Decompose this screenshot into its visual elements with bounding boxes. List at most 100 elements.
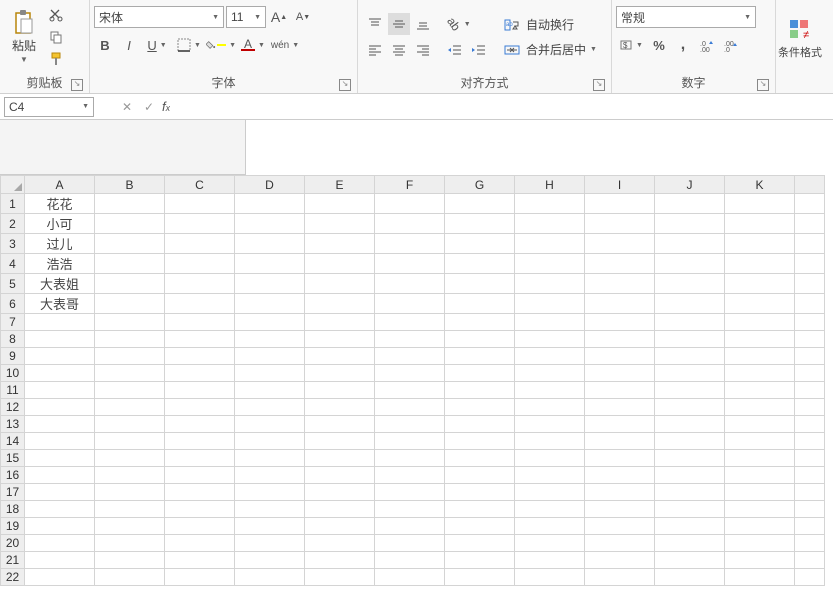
cell[interactable]: [585, 234, 655, 254]
merge-center-button[interactable]: 合并后居中 ▼: [500, 40, 601, 59]
cell[interactable]: [165, 501, 235, 518]
cell[interactable]: [725, 331, 795, 348]
row-header[interactable]: 20: [1, 535, 25, 552]
cell[interactable]: [515, 254, 585, 274]
cell[interactable]: [655, 348, 725, 365]
cell[interactable]: [585, 535, 655, 552]
cell[interactable]: [375, 450, 445, 467]
cell[interactable]: [235, 294, 305, 314]
cell[interactable]: [725, 416, 795, 433]
number-format-selector[interactable]: 常规▼: [616, 6, 756, 28]
cell[interactable]: [25, 382, 95, 399]
paste-button[interactable]: 粘贴 ▼: [4, 4, 44, 70]
cell[interactable]: [95, 234, 165, 254]
cell[interactable]: [165, 484, 235, 501]
cell[interactable]: [515, 399, 585, 416]
cell[interactable]: [95, 331, 165, 348]
cell[interactable]: [585, 331, 655, 348]
row-header[interactable]: 21: [1, 552, 25, 569]
cell[interactable]: [725, 518, 795, 535]
cell[interactable]: [585, 294, 655, 314]
cell[interactable]: [725, 234, 795, 254]
cell[interactable]: [725, 382, 795, 399]
cell[interactable]: [235, 552, 305, 569]
row-header[interactable]: 16: [1, 467, 25, 484]
cell[interactable]: [515, 535, 585, 552]
cell[interactable]: [25, 331, 95, 348]
cell[interactable]: [725, 484, 795, 501]
row-header[interactable]: 19: [1, 518, 25, 535]
font-size-selector[interactable]: 11▼: [226, 6, 266, 28]
cell[interactable]: 浩浩: [25, 254, 95, 274]
cell[interactable]: [515, 294, 585, 314]
cell[interactable]: [235, 484, 305, 501]
cell[interactable]: [515, 416, 585, 433]
cell[interactable]: [515, 518, 585, 535]
row-header[interactable]: 5: [1, 274, 25, 294]
cell[interactable]: [95, 294, 165, 314]
cell[interactable]: [585, 433, 655, 450]
accounting-format-button[interactable]: $▼: [616, 34, 646, 56]
cell[interactable]: [375, 214, 445, 234]
cell[interactable]: [235, 467, 305, 484]
cell[interactable]: [585, 450, 655, 467]
align-middle-button[interactable]: [388, 13, 410, 35]
cell[interactable]: [165, 416, 235, 433]
cell[interactable]: [725, 569, 795, 586]
cell[interactable]: [585, 399, 655, 416]
cell[interactable]: [305, 254, 375, 274]
cell[interactable]: [725, 274, 795, 294]
cell[interactable]: [95, 382, 165, 399]
cell[interactable]: [95, 314, 165, 331]
cell[interactable]: [375, 194, 445, 214]
cell[interactable]: [375, 314, 445, 331]
cell[interactable]: [375, 501, 445, 518]
orientation-button[interactable]: ab▼: [444, 13, 474, 35]
cell[interactable]: [165, 552, 235, 569]
cell[interactable]: [725, 294, 795, 314]
cell[interactable]: [585, 467, 655, 484]
cell[interactable]: [305, 518, 375, 535]
cell[interactable]: [165, 348, 235, 365]
decrease-decimal-button[interactable]: .00.0: [720, 34, 742, 56]
enter-formula-button[interactable]: ✓: [138, 96, 160, 118]
cell[interactable]: [655, 552, 725, 569]
column-header[interactable]: K: [725, 176, 795, 194]
cell[interactable]: [655, 399, 725, 416]
cell[interactable]: [445, 331, 515, 348]
cell[interactable]: [95, 416, 165, 433]
cell[interactable]: [95, 433, 165, 450]
comma-button[interactable]: ,: [672, 34, 694, 56]
cut-button[interactable]: [46, 6, 66, 24]
cell[interactable]: [165, 214, 235, 234]
cell[interactable]: [235, 433, 305, 450]
cell[interactable]: [515, 314, 585, 331]
cell[interactable]: [305, 274, 375, 294]
cell[interactable]: [585, 254, 655, 274]
row-header[interactable]: 12: [1, 399, 25, 416]
cell[interactable]: [515, 484, 585, 501]
cell[interactable]: [235, 348, 305, 365]
cell[interactable]: [375, 365, 445, 382]
row-header[interactable]: 2: [1, 214, 25, 234]
cell[interactable]: [445, 254, 515, 274]
cell[interactable]: [305, 348, 375, 365]
row-header[interactable]: 14: [1, 433, 25, 450]
column-header[interactable]: B: [95, 176, 165, 194]
row-header[interactable]: 10: [1, 365, 25, 382]
cell[interactable]: [445, 274, 515, 294]
cell[interactable]: [95, 274, 165, 294]
cell[interactable]: [305, 484, 375, 501]
decrease-indent-button[interactable]: [444, 39, 466, 61]
cell[interactable]: [445, 194, 515, 214]
column-header[interactable]: I: [585, 176, 655, 194]
column-header[interactable]: G: [445, 176, 515, 194]
cell[interactable]: [585, 569, 655, 586]
cell[interactable]: [515, 433, 585, 450]
cell[interactable]: [585, 274, 655, 294]
cell[interactable]: [305, 450, 375, 467]
cell[interactable]: [725, 450, 795, 467]
border-button[interactable]: ▼: [174, 34, 204, 56]
dialog-launcher-icon[interactable]: ↘: [757, 79, 769, 91]
cell[interactable]: [585, 314, 655, 331]
